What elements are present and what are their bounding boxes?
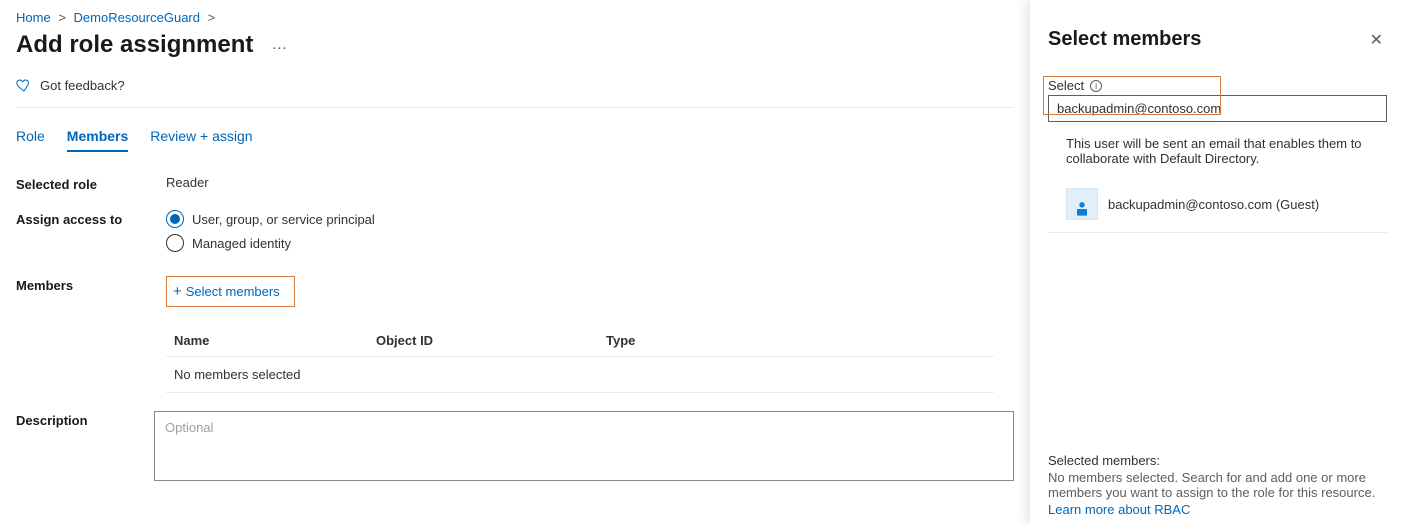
- tab-review-assign[interactable]: Review + assign: [150, 124, 252, 152]
- col-name-header: Name: [166, 333, 376, 348]
- search-result-text: backupadmin@contoso.com (Guest): [1108, 197, 1319, 212]
- breadcrumb-resource[interactable]: DemoResourceGuard: [74, 10, 200, 25]
- panel-select-label: Select: [1048, 78, 1084, 93]
- more-actions-icon[interactable]: …: [271, 36, 289, 54]
- select-members-button[interactable]: + Select members: [166, 276, 295, 307]
- heart-icon: [16, 77, 32, 93]
- chevron-right-icon: >: [58, 10, 66, 25]
- panel-hint-text: This user will be sent an email that ena…: [1048, 136, 1387, 166]
- tab-members[interactable]: Members: [67, 124, 128, 152]
- label-selected-role: Selected role: [16, 175, 166, 192]
- radio-label-managed-identity: Managed identity: [192, 236, 291, 251]
- close-icon[interactable]: ✕: [1366, 28, 1387, 52]
- tab-role[interactable]: Role: [16, 124, 45, 152]
- plus-icon: +: [173, 283, 182, 300]
- col-object-id-header: Object ID: [376, 333, 606, 348]
- radio-selected-icon: [166, 210, 184, 228]
- avatar-icon: [1066, 188, 1098, 220]
- members-table: Name Object ID Type No members selected: [166, 325, 994, 393]
- select-members-panel: Select members ✕ Select i This user will…: [1030, 0, 1405, 525]
- selected-members-header: Selected members:: [1048, 453, 1387, 468]
- panel-title: Select members: [1048, 28, 1201, 51]
- page-title: Add role assignment: [16, 31, 253, 59]
- label-description: Description: [16, 411, 154, 428]
- radio-label-user: User, group, or service principal: [192, 212, 375, 227]
- selected-members-body: No members selected. Search for and add …: [1048, 470, 1387, 500]
- select-members-input[interactable]: [1048, 95, 1387, 122]
- col-type-header: Type: [606, 333, 994, 348]
- breadcrumb: Home > DemoResourceGuard >: [16, 8, 1014, 25]
- radio-unselected-icon: [166, 234, 184, 252]
- tabs: Role Members Review + assign: [16, 124, 1014, 153]
- chevron-right-icon: >: [208, 10, 216, 25]
- panel-footer: Selected members: No members selected. S…: [1048, 453, 1387, 525]
- members-empty-text: No members selected: [166, 357, 994, 393]
- radio-user-group-principal[interactable]: User, group, or service principal: [166, 210, 1014, 228]
- label-assign-access-to: Assign access to: [16, 210, 166, 227]
- select-members-button-label: Select members: [186, 284, 280, 299]
- breadcrumb-home[interactable]: Home: [16, 10, 51, 25]
- description-textarea[interactable]: [154, 411, 1014, 481]
- radio-managed-identity[interactable]: Managed identity: [166, 234, 1014, 252]
- value-selected-role: Reader: [166, 175, 1014, 190]
- got-feedback-link[interactable]: Got feedback?: [40, 78, 125, 93]
- label-members: Members: [16, 276, 166, 293]
- learn-more-rbac-link[interactable]: Learn more about RBAC: [1048, 502, 1190, 517]
- search-result-item[interactable]: backupadmin@contoso.com (Guest): [1048, 188, 1387, 233]
- info-icon[interactable]: i: [1090, 80, 1102, 92]
